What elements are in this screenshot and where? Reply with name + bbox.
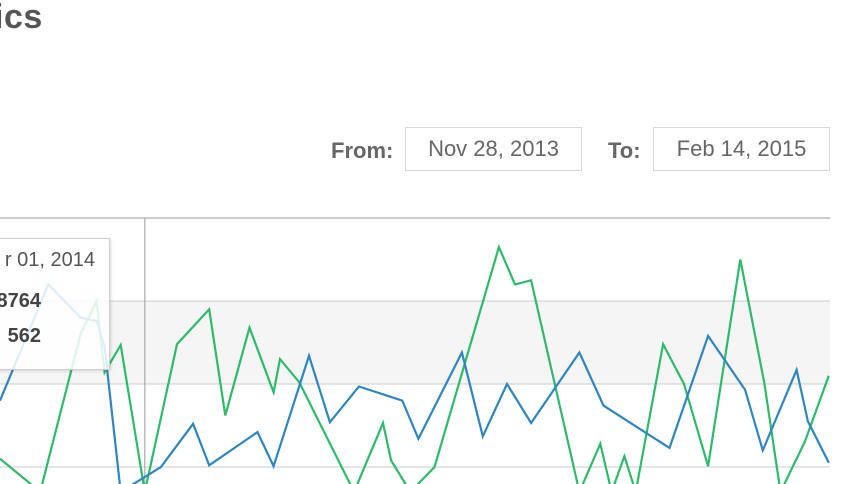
to-date-input[interactable]: Feb 14, 2015: [653, 127, 830, 171]
from-date-input[interactable]: Nov 28, 2013: [405, 127, 582, 171]
tooltip-value-1: 8764: [0, 290, 41, 312]
line-chart[interactable]: r 01, 2014 8764 562: [0, 215, 858, 484]
from-label: From:: [331, 138, 394, 163]
to-label: To:: [608, 138, 641, 163]
tooltip-value-2: 562: [7, 325, 41, 347]
page-title: ics: [0, 0, 43, 36]
line-chart-svg[interactable]: [0, 215, 858, 484]
chart-tooltip: r 01, 2014 8764 562: [0, 238, 110, 370]
date-range-bar: From: Nov 28, 2013 To: Feb 14, 2015: [0, 127, 858, 175]
tooltip-date: r 01, 2014: [4, 249, 95, 271]
